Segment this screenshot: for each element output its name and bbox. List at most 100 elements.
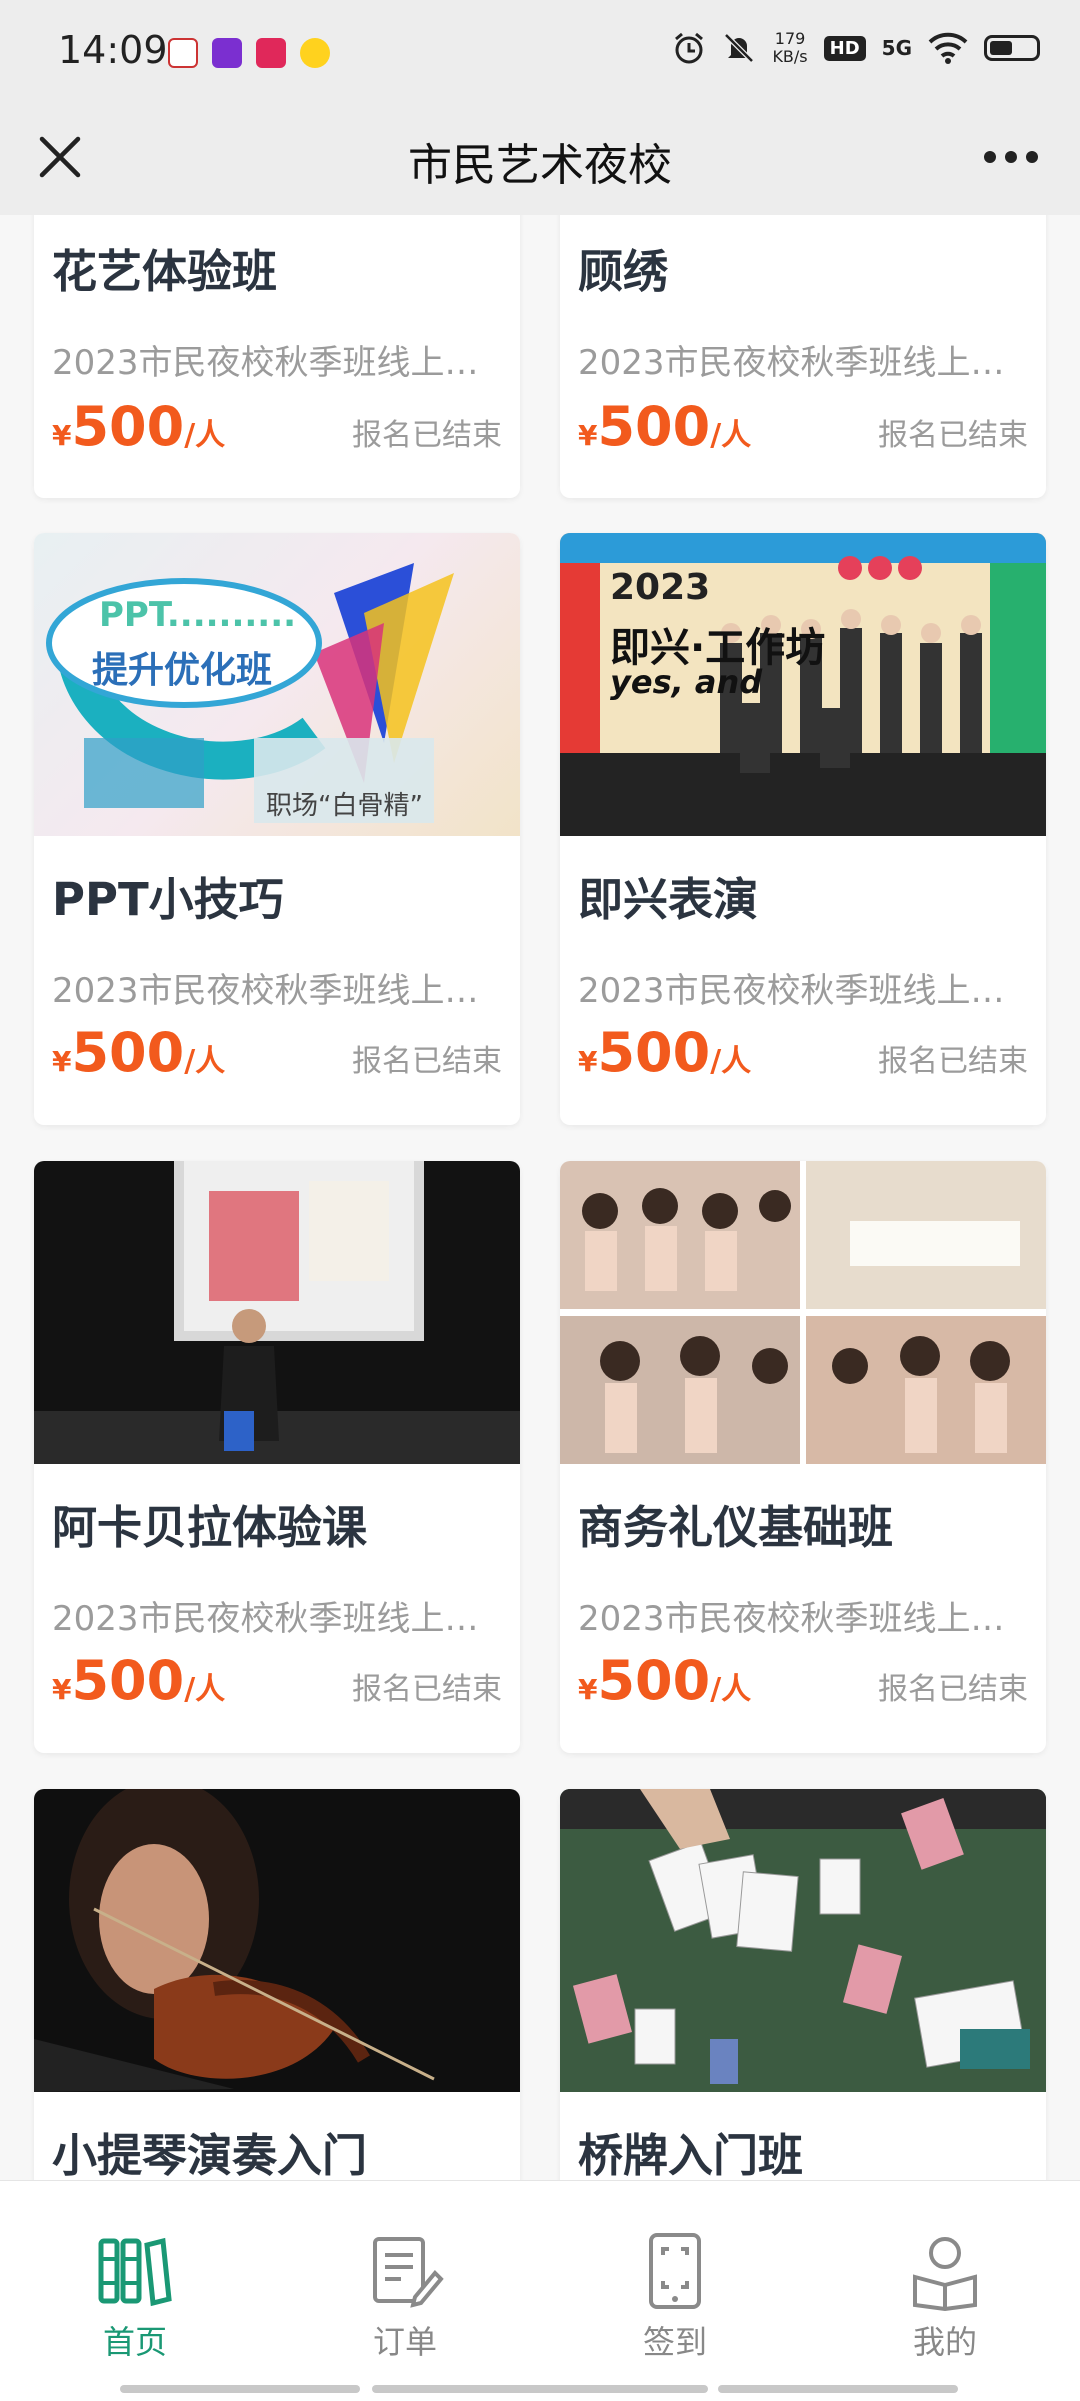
course-price: ¥500/人	[52, 395, 225, 458]
tab-checkin[interactable]: 签到	[600, 2231, 750, 2361]
user-reading-icon	[913, 2237, 977, 2311]
tab-orders[interactable]: 订单	[330, 2231, 480, 2361]
page-title: 市民艺术夜校	[408, 140, 672, 191]
ppt-image-caption: 职场“白骨精”	[266, 791, 423, 821]
scan-phone-icon	[649, 2233, 701, 2309]
course-title: 商务礼仪基础班	[578, 1501, 894, 1554]
tab-profile[interactable]: 我的	[870, 2231, 1020, 2361]
home-indicator	[120, 2385, 360, 2393]
course-card[interactable]: 小提琴演奏入门	[34, 1789, 520, 2180]
price-symbol: ¥	[578, 1045, 598, 1078]
course-image-bridge	[560, 1789, 1046, 2092]
course-title: 顾绣	[578, 245, 669, 298]
network-speed: 179 KB/s	[772, 30, 807, 66]
status-bar: 14:09 179 KB/s HD 5G	[0, 0, 1080, 105]
price-value: 500	[71, 1021, 185, 1084]
books-icon	[98, 2237, 172, 2307]
price-unit: /人	[184, 1672, 226, 1707]
price-unit: /人	[710, 1044, 752, 1079]
course-description: 2023市民夜校秋季班线上报名	[578, 1599, 1028, 1639]
course-price: ¥500/人	[578, 395, 751, 458]
price-symbol: ¥	[578, 1673, 598, 1706]
course-card[interactable]: 阿卡贝拉体验课 2023市民夜校秋季班线上报名 ¥500/人 报名已结束	[34, 1161, 520, 1753]
network-speed-value: 179	[774, 29, 806, 48]
course-image-violin	[34, 1789, 520, 2092]
price-value: 500	[597, 1021, 711, 1084]
course-image-improv: 2023 即兴·工作坊 yes, and	[560, 533, 1046, 836]
course-image-ppt: PPT.......... 提升优化班 职场“白骨精”	[34, 533, 520, 836]
tab-label: 首页	[102, 2323, 167, 2361]
registration-status: 报名已结束	[352, 418, 502, 453]
home-indicator	[372, 2385, 708, 2393]
course-description: 2023市民夜校秋季班线上报名	[52, 1599, 502, 1639]
signal-5g: 5G	[881, 36, 912, 60]
shopping-app-icon	[256, 38, 286, 68]
course-description: 2023市民夜校秋季班线上报名	[578, 343, 1028, 383]
tab-label: 我的	[912, 2323, 977, 2361]
registration-status: 报名已结束	[352, 1672, 502, 1707]
order-edit-icon	[373, 2237, 444, 2308]
course-title: 花艺体验班	[52, 245, 278, 298]
price-symbol: ¥	[52, 419, 72, 452]
course-card[interactable]: PPT.......... 提升优化班 职场“白骨精” PPT小技巧 2023市…	[34, 533, 520, 1125]
hd-badge: HD	[823, 35, 866, 61]
tab-label: 签到	[642, 2323, 707, 2361]
nav-bar: 市民艺术夜校	[0, 105, 1080, 215]
course-title: PPT小技巧	[52, 873, 284, 926]
price-value: 500	[71, 1649, 185, 1712]
price-unit: /人	[184, 1044, 226, 1079]
course-grid: 花艺体验班 2023市民夜校秋季班线上报名 ¥500/人 报名已结束 顾绣 20…	[0, 215, 1080, 2180]
tab-home[interactable]: 首页	[60, 2231, 210, 2361]
mute-bell-icon	[724, 33, 755, 63]
course-title: 阿卡贝拉体验课	[52, 1501, 368, 1554]
price-symbol: ¥	[578, 419, 598, 452]
course-card[interactable]: 桥牌入门班	[560, 1789, 1046, 2180]
status-indicators: 179 KB/s HD 5G	[672, 30, 1040, 66]
improv-image-year: 2023	[610, 567, 711, 608]
network-speed-unit: KB/s	[772, 47, 808, 66]
video-app-icon	[212, 38, 242, 68]
more-options-icon[interactable]	[976, 127, 1046, 187]
weibo-icon	[300, 38, 330, 68]
course-title: 桥牌入门班	[578, 2129, 804, 2180]
ppt-image-subtitle: 提升优化班	[92, 650, 273, 691]
price-unit: /人	[184, 418, 226, 453]
registration-status: 报名已结束	[878, 418, 1028, 453]
bottom-tab-bar: 首页 订单 签到 我的	[0, 2180, 1080, 2401]
wifi-icon	[928, 32, 968, 64]
registration-status: 报名已结束	[878, 1672, 1028, 1707]
course-price: ¥500/人	[52, 1649, 225, 1712]
registration-status: 报名已结束	[878, 1044, 1028, 1079]
course-card[interactable]: 商务礼仪基础班 2023市民夜校秋季班线上报名 ¥500/人 报名已结束	[560, 1161, 1046, 1753]
price-value: 500	[71, 395, 185, 458]
course-price: ¥500/人	[578, 1649, 751, 1712]
course-description: 2023市民夜校秋季班线上报名	[52, 971, 502, 1011]
course-card[interactable]: 花艺体验班 2023市民夜校秋季班线上报名 ¥500/人 报名已结束	[34, 215, 520, 498]
improv-image-subtitle: yes, and	[610, 663, 763, 701]
price-value: 500	[597, 1649, 711, 1712]
alarm-icon	[675, 32, 704, 64]
course-price: ¥500/人	[578, 1021, 751, 1084]
home-indicator	[718, 2385, 958, 2393]
course-card[interactable]: 顾绣 2023市民夜校秋季班线上报名 ¥500/人 报名已结束	[560, 215, 1046, 498]
course-card[interactable]: 2023 即兴·工作坊 yes, and 即兴表演 2023市民夜校秋季班线上报…	[560, 533, 1046, 1125]
course-description: 2023市民夜校秋季班线上报名	[52, 343, 502, 383]
battery-icon	[984, 35, 1040, 61]
course-title: 小提琴演奏入门	[52, 2129, 368, 2180]
course-image-etiquette	[560, 1161, 1046, 1464]
price-symbol: ¥	[52, 1045, 72, 1078]
price-unit: /人	[710, 418, 752, 453]
ppt-image-text: PPT..........	[99, 595, 297, 635]
status-notification-icons	[168, 38, 330, 68]
price-symbol: ¥	[52, 1673, 72, 1706]
price-value: 500	[597, 395, 711, 458]
course-description: 2023市民夜校秋季班线上报名	[578, 971, 1028, 1011]
registration-status: 报名已结束	[352, 1044, 502, 1079]
price-unit: /人	[710, 1672, 752, 1707]
course-title: 即兴表演	[578, 873, 759, 926]
course-image-acapella	[34, 1161, 520, 1464]
status-time: 14:09	[58, 28, 168, 72]
tab-label: 订单	[372, 2323, 437, 2361]
news-app-icon	[168, 38, 198, 68]
course-price: ¥500/人	[52, 1021, 225, 1084]
